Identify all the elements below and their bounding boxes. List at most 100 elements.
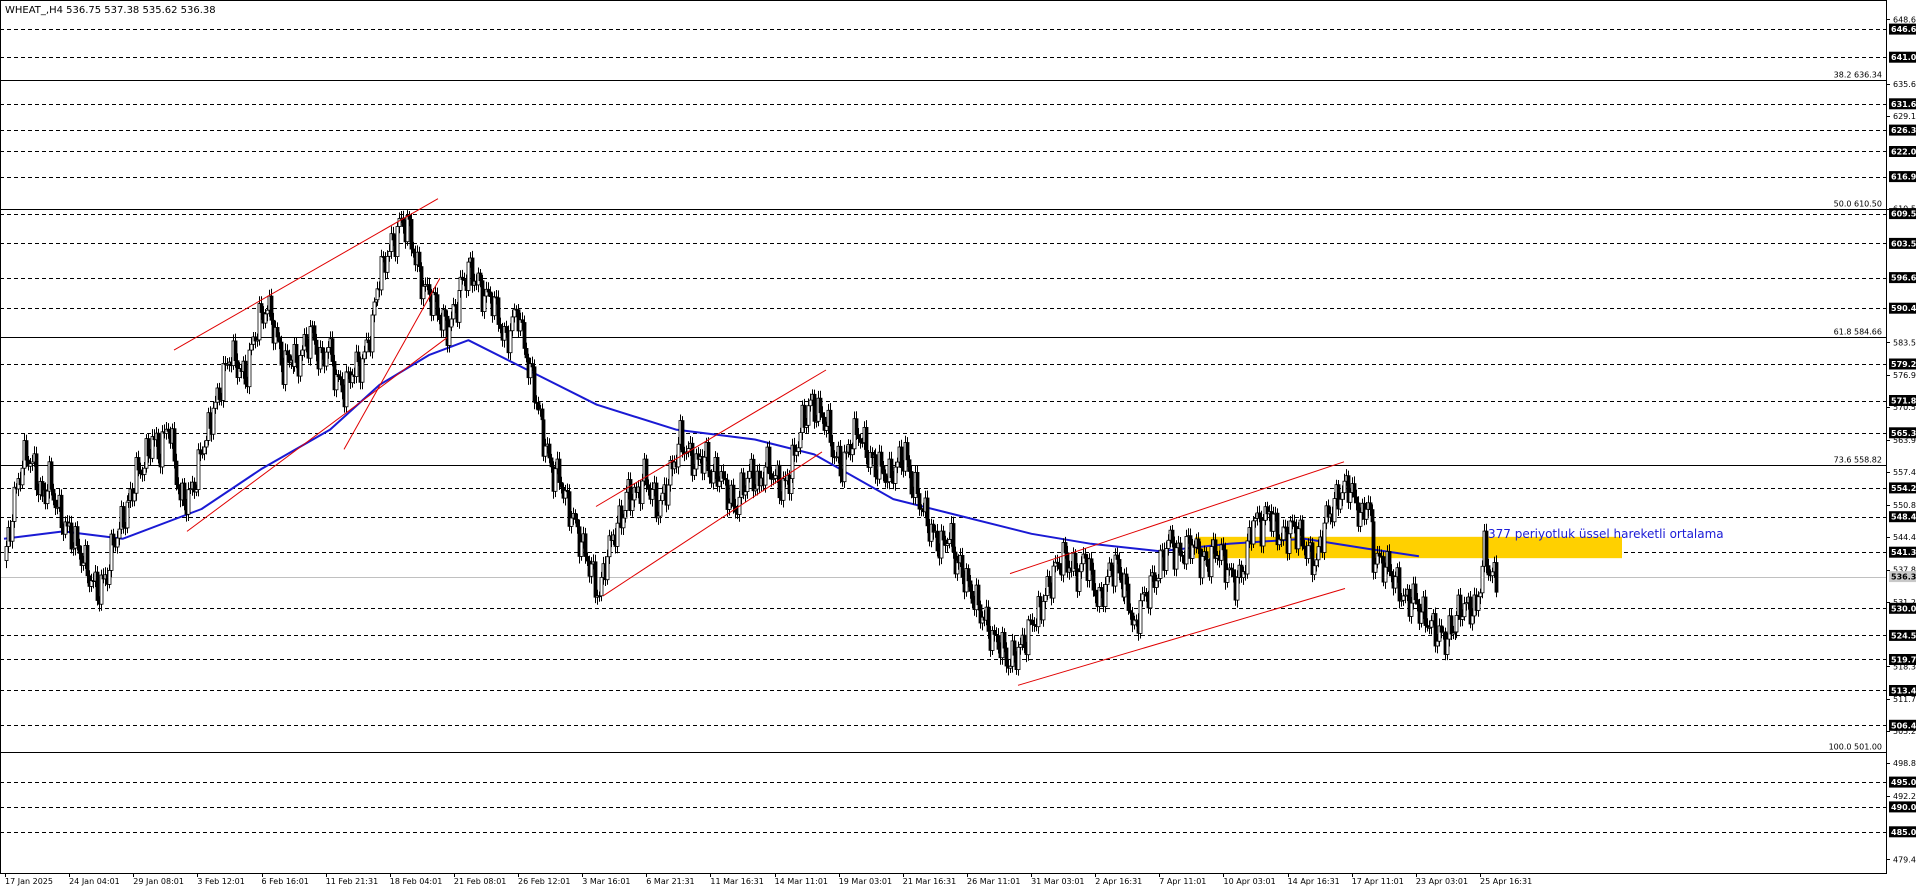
candle-body-down (557, 458, 562, 483)
candle-body-down (409, 218, 414, 250)
candle-body-up (1338, 498, 1343, 510)
candle-body-down (136, 457, 141, 471)
candle-body-up (615, 522, 620, 547)
chart-canvas[interactable]: 38.2 636.34 50.0 610.50 61.8 584.66 73.6 55… (0, 0, 1916, 888)
price-level-tag: 524.55 (1889, 629, 1916, 641)
candle-body-up (186, 489, 191, 515)
candle-body-down (1115, 554, 1120, 560)
candle-body-down (585, 556, 590, 562)
candle-body-down (1292, 521, 1297, 527)
candle-body-down (294, 343, 299, 363)
price-level-tag: 530.00 (1889, 602, 1916, 614)
candle-body-up (1018, 644, 1023, 648)
candle-body-down (111, 533, 116, 546)
time-axis-label: 6 Feb 16:01 (262, 877, 309, 886)
price-level-tag: 485.00 (1889, 826, 1916, 838)
candle-body-up (895, 461, 900, 468)
price-level-tag-label: 596.60 (1891, 274, 1916, 283)
candle-body-up (492, 296, 497, 317)
candle-body-up (806, 405, 811, 426)
time-axis-label: 31 Mar 03:01 (1031, 877, 1084, 886)
candle-body-up (249, 343, 254, 351)
price-level-tag: 495.00 (1889, 776, 1916, 788)
candle-body-down (909, 471, 914, 495)
candle-body-down (1124, 573, 1129, 585)
candle-body-up (1261, 520, 1266, 547)
candle-body-up (824, 425, 829, 431)
candle-body-up (1435, 640, 1440, 647)
candle-body-up (1026, 619, 1031, 656)
price-chart[interactable]: 38.2 636.34 50.0 610.50 61.8 584.66 73.6 55… (0, 0, 1916, 888)
candle-body-up (1373, 563, 1378, 573)
candle-body-up (1312, 565, 1317, 576)
price-level-tag-label: 609.50 (1891, 210, 1916, 219)
price-level-tag: 596.60 (1889, 272, 1916, 284)
candle-body-down (1257, 512, 1262, 519)
candle-body-down (233, 340, 238, 361)
candle-body-down (1302, 545, 1307, 550)
candle-body-up (676, 443, 681, 468)
candle-body-down (411, 248, 416, 254)
candle-body-up (589, 563, 594, 577)
candle-body-up (1148, 575, 1153, 609)
price-level-tag: 554.25 (1889, 482, 1916, 494)
candle-body-down (873, 454, 878, 478)
candle-body-up (1314, 559, 1319, 567)
candle-body-down (1004, 647, 1009, 667)
candle-body-down (77, 545, 82, 554)
candlestick (95, 566, 100, 606)
candle-body-down (174, 460, 179, 486)
candle-body-down (1423, 596, 1428, 626)
price-axis-label: 479.45 (1893, 855, 1916, 864)
time-axis-label: 11 Feb 21:31 (326, 877, 378, 886)
candle-body-down (1205, 559, 1210, 566)
candle-body-up (421, 285, 426, 300)
candle-body-up (45, 490, 50, 505)
price-level-tag-label: 554.25 (1891, 484, 1916, 493)
price-level-tag-label: 548.45 (1891, 513, 1916, 522)
candle-body-down (1057, 563, 1062, 570)
candle-body-down (777, 464, 782, 499)
candle-body-up (451, 304, 456, 320)
candle-body-down (156, 432, 161, 460)
price-level-tag-label: 626.30 (1891, 126, 1916, 135)
price-level-tag-label: 631.60 (1891, 100, 1916, 109)
candle-body-up (640, 480, 645, 505)
candle-body-down (34, 453, 39, 491)
candle-body-up (796, 447, 801, 452)
candle-body-up (132, 492, 137, 502)
candle-body-up (1480, 565, 1485, 594)
candle-body-up (10, 521, 15, 542)
candle-body-down (1012, 640, 1017, 656)
candle-body-up (1209, 546, 1214, 577)
candle-body-down (1083, 553, 1088, 559)
candle-body-down (1063, 542, 1068, 554)
candle-body-up (1429, 620, 1434, 628)
candle-body-down (917, 493, 922, 510)
candle-body-down (1047, 576, 1052, 587)
candle-body-down (182, 482, 187, 506)
candle-body-up (1342, 480, 1347, 494)
candle-body-up (466, 261, 471, 291)
price-level-tag: 579.20 (1889, 358, 1916, 370)
candle-body-up (4, 546, 9, 562)
candle-body-up (265, 309, 270, 315)
time-axis-label: 26 Mar 11:01 (967, 877, 1020, 886)
candle-body-down (721, 471, 726, 479)
candle-body-down (340, 379, 345, 393)
candle-body-down (646, 484, 651, 490)
candle-body-down (427, 284, 432, 295)
candle-body-down (391, 233, 396, 241)
candle-body-down (830, 441, 835, 458)
fibonacci-level-label: 38.2 636.34 (1834, 71, 1882, 80)
price-level-tag-label: 541.30 (1891, 548, 1916, 557)
candle-body-up (196, 449, 201, 490)
candle-body-up (543, 445, 548, 457)
candle-body-up (431, 292, 436, 316)
price-level-tag-label: 641.00 (1891, 53, 1916, 62)
candle-body-up (1200, 556, 1205, 579)
candle-body-down (915, 471, 920, 494)
candle-body-down (138, 469, 143, 475)
candle-body-down (1030, 619, 1035, 625)
candlestick (1051, 560, 1056, 603)
